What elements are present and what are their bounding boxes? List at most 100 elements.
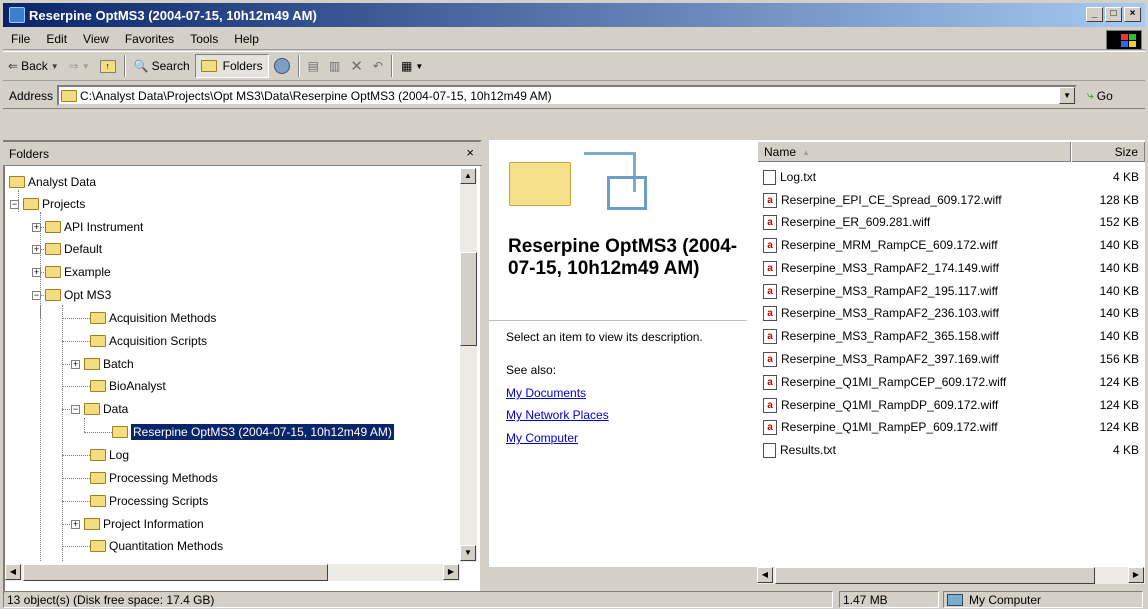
tree-item-opt-ms3[interactable]: − Opt MS3	[32, 284, 111, 306]
up-folder-button[interactable]: ↑	[95, 54, 121, 78]
tree-item-project-information[interactable]: + Project Information	[71, 513, 204, 535]
collapse-toggle-icon[interactable]: −	[10, 199, 19, 209]
copy-to-button[interactable]: ▥	[324, 54, 345, 78]
menu-file[interactable]: File	[3, 32, 38, 46]
file-size: 140 KB	[1099, 238, 1139, 252]
expand-toggle-icon[interactable]: +	[32, 222, 41, 232]
views-icon: ▦	[400, 59, 413, 73]
minimize-button[interactable]: _	[1086, 7, 1103, 22]
undo-button[interactable]: ↶	[368, 54, 388, 78]
file-size: 128 KB	[1099, 193, 1139, 207]
file-row[interactable]: a Reserpine_MS3_RampAF2_397.169.wiff 156 K…	[763, 348, 1143, 370]
menu-help[interactable]: Help	[226, 32, 267, 46]
file-row[interactable]: a Reserpine_Q1MI_RampCEP_609.172.wiff 124 …	[763, 371, 1143, 393]
files-horizontal-scrollbar[interactable]: ◀ ▶	[757, 567, 1145, 584]
back-arrow-icon: ⇐	[8, 59, 19, 73]
folders-pane-title: Folders	[9, 146, 50, 161]
scroll-right-button[interactable]: ▶	[443, 564, 459, 580]
tree-item-quantitation-methods[interactable]: Quantitation Methods	[90, 535, 223, 557]
tree-item-api-instrument[interactable]: + API Instrument	[32, 216, 143, 238]
folders-horizontal-scrollbar[interactable]: ◀ ▶	[5, 564, 460, 581]
link-my-network-places[interactable]: My Network Places	[506, 408, 609, 422]
expand-toggle-icon[interactable]: +	[71, 359, 80, 369]
tree-item-data[interactable]: − Data	[71, 398, 128, 420]
dropdown-arrow-icon[interactable]: ▼	[82, 62, 90, 71]
address-input[interactable]: C:\Analyst Data\Projects\Opt MS3\Data\Re…	[57, 85, 1078, 106]
folder-tree: Analyst Data − Projects + API Instrument +…	[5, 168, 460, 562]
tree-item-analyst-data[interactable]: Analyst Data	[9, 171, 96, 193]
tree-item-processing-scripts[interactable]: Processing Scripts	[90, 490, 208, 512]
menu-bar: File Edit View Favorites Tools Help	[3, 28, 1145, 50]
file-row[interactable]: a Reserpine_MRM_RampCE_609.172.wiff 140 KB	[763, 234, 1143, 256]
delete-button[interactable]: ✕	[345, 54, 368, 78]
wiff-file-icon: a	[763, 283, 777, 299]
tree-item-processing-methods[interactable]: Processing Methods	[90, 467, 218, 489]
expand-toggle-icon[interactable]: +	[32, 244, 41, 254]
tree-item-label: Data	[103, 402, 129, 416]
file-row[interactable]: a Reserpine_EPI_CE_Spread_609.172.wiff 128…	[763, 189, 1143, 211]
folders-vertical-scrollbar[interactable]: ▲ ▼	[460, 168, 477, 562]
link-my-computer[interactable]: My Computer	[506, 431, 578, 445]
tree-item-reserpine-optms3[interactable]: Reserpine OptMS3 (2004-07-15, 10h12m49 A…	[112, 421, 394, 443]
file-size: 156 KB	[1099, 352, 1139, 366]
file-row[interactable]: Results.txt 4 KB	[763, 439, 1143, 461]
file-name: Reserpine_MS3_RampAF2_397.169.wiff	[781, 352, 999, 366]
scroll-up-button[interactable]: ▲	[460, 168, 476, 184]
move-to-icon: ▤	[307, 59, 319, 73]
close-pane-button[interactable]: ×	[466, 145, 474, 160]
tree-item-bioanalyst[interactable]: BioAnalyst	[90, 375, 166, 397]
file-row[interactable]: Log.txt 4 KB	[763, 166, 1143, 188]
maximize-button[interactable]: □	[1105, 7, 1122, 22]
go-button[interactable]: ⤷ Go	[1087, 88, 1113, 103]
tree-item-acquisition-scripts[interactable]: Acquisition Scripts	[90, 330, 207, 352]
tree-item-example[interactable]: + Example	[32, 261, 111, 283]
close-button[interactable]: ×	[1124, 7, 1141, 22]
address-dropdown-button[interactable]: ▼	[1059, 87, 1076, 104]
tree-item-acquisition-methods[interactable]: Acquisition Methods	[90, 307, 216, 329]
scroll-thumb[interactable]	[460, 252, 477, 346]
file-row[interactable]: a Reserpine_MS3_RampAF2_236.103.wiff 140 K…	[763, 302, 1143, 324]
file-row[interactable]: a Reserpine_Q1MI_RampEP_609.172.wiff 124 K…	[763, 416, 1143, 438]
forward-button[interactable]: ⇒ ▼	[64, 54, 95, 78]
title-bar[interactable]: Reserpine OptMS3 (2004-07-15, 10h12m49 A…	[3, 3, 1145, 27]
scroll-left-button[interactable]: ◀	[757, 567, 773, 583]
file-name: Reserpine_Q1MI_RampCEP_609.172.wiff	[781, 375, 1007, 389]
scroll-thumb[interactable]	[775, 567, 1095, 584]
column-header-name[interactable]: Name ▲	[757, 142, 1071, 162]
menu-favorites[interactable]: Favorites	[117, 32, 182, 46]
collapse-toggle-icon[interactable]: −	[32, 290, 41, 300]
back-button[interactable]: ⇐ Back ▼	[3, 54, 64, 78]
file-size: 152 KB	[1099, 215, 1139, 229]
move-to-button[interactable]: ▤	[303, 54, 324, 78]
file-row[interactable]: a Reserpine_Q1MI_RampDP_609.172.wiff 124 K…	[763, 394, 1143, 416]
file-row[interactable]: a Reserpine_MS3_RampAF2_174.149.wiff 140 K…	[763, 257, 1143, 279]
tree-item-projects[interactable]: − Projects	[10, 193, 85, 215]
folder-icon	[23, 198, 39, 210]
expand-toggle-icon[interactable]: +	[71, 519, 80, 529]
menu-edit[interactable]: Edit	[38, 32, 75, 46]
file-row[interactable]: a Reserpine_MS3_RampAF2_365.158.wiff 140 K…	[763, 325, 1143, 347]
tree-item-default[interactable]: + Default	[32, 238, 102, 260]
folders-button[interactable]: Folders	[194, 54, 269, 78]
views-button[interactable]: ▦ ▼	[396, 54, 428, 78]
file-row[interactable]: a Reserpine_ER_609.281.wiff 152 KB	[763, 211, 1143, 233]
scroll-left-button[interactable]: ◀	[5, 564, 21, 580]
menu-tools[interactable]: Tools	[182, 32, 226, 46]
expand-toggle-icon[interactable]: +	[32, 267, 41, 277]
menu-view[interactable]: View	[75, 32, 117, 46]
search-button[interactable]: 🔍 Search	[129, 54, 195, 78]
tree-item-batch[interactable]: + Batch	[71, 353, 134, 375]
link-my-documents[interactable]: My Documents	[506, 386, 586, 400]
history-button[interactable]	[269, 54, 295, 78]
wiff-file-icon: a	[763, 374, 777, 390]
scroll-right-button[interactable]: ▶	[1128, 567, 1144, 583]
file-row[interactable]: a Reserpine_MS3_RampAF2_195.117.wiff 140 K…	[763, 280, 1143, 302]
column-header-size[interactable]: Size	[1071, 142, 1145, 162]
scroll-thumb[interactable]	[23, 564, 328, 581]
scroll-down-button[interactable]: ▼	[460, 545, 476, 561]
collapse-toggle-icon[interactable]: −	[71, 404, 80, 414]
dropdown-arrow-icon[interactable]: ▼	[51, 62, 59, 71]
tree-item-log[interactable]: Log	[90, 444, 129, 466]
file-size: 140 KB	[1099, 284, 1139, 298]
file-size: 124 KB	[1099, 420, 1139, 434]
